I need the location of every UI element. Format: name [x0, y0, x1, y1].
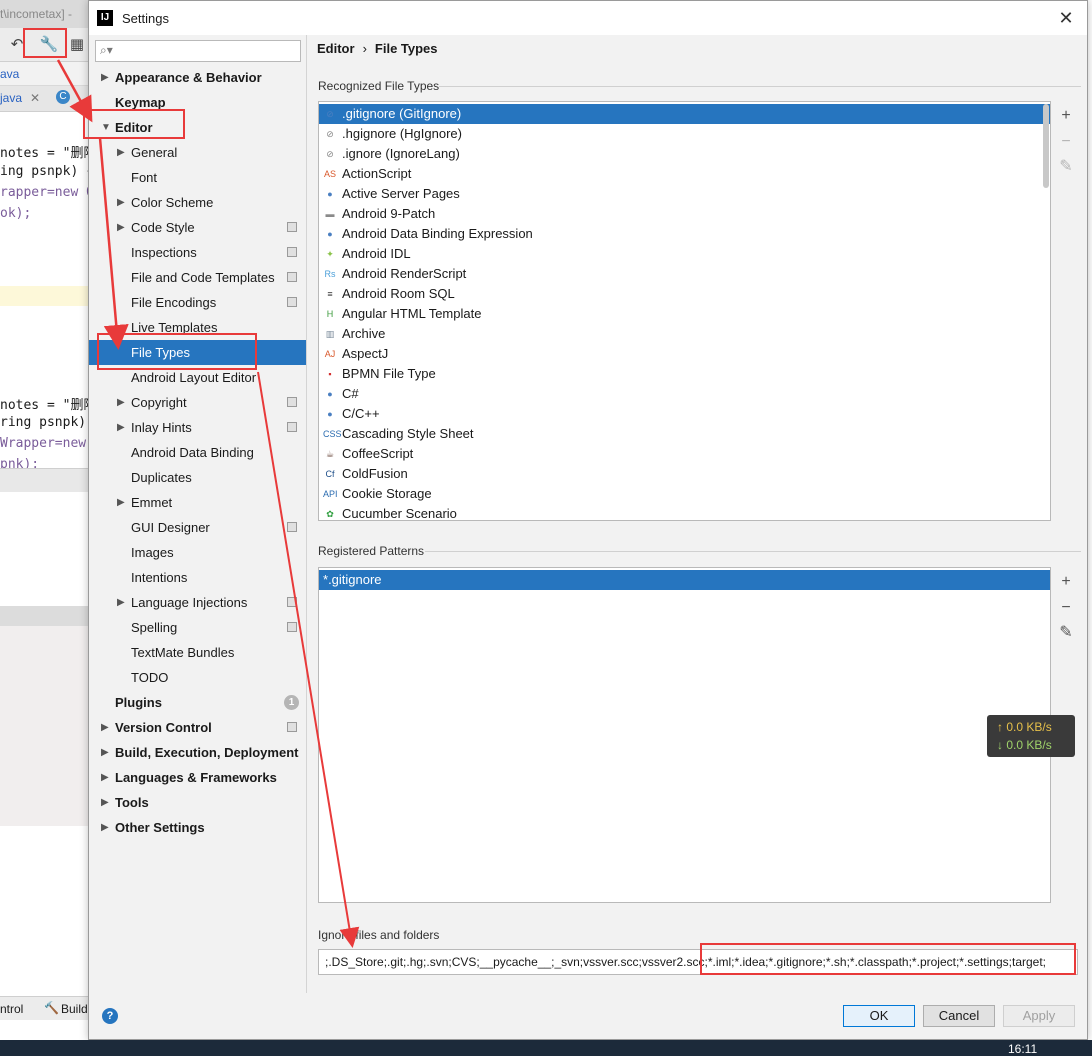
- annotation-arrows: [56, 59, 360, 948]
- arrow-editor-to-file-types: [98, 137, 129, 350]
- arrow-file-types-to-ignore: [257, 371, 360, 948]
- arrow-wrench-to-editor: [56, 59, 93, 123]
